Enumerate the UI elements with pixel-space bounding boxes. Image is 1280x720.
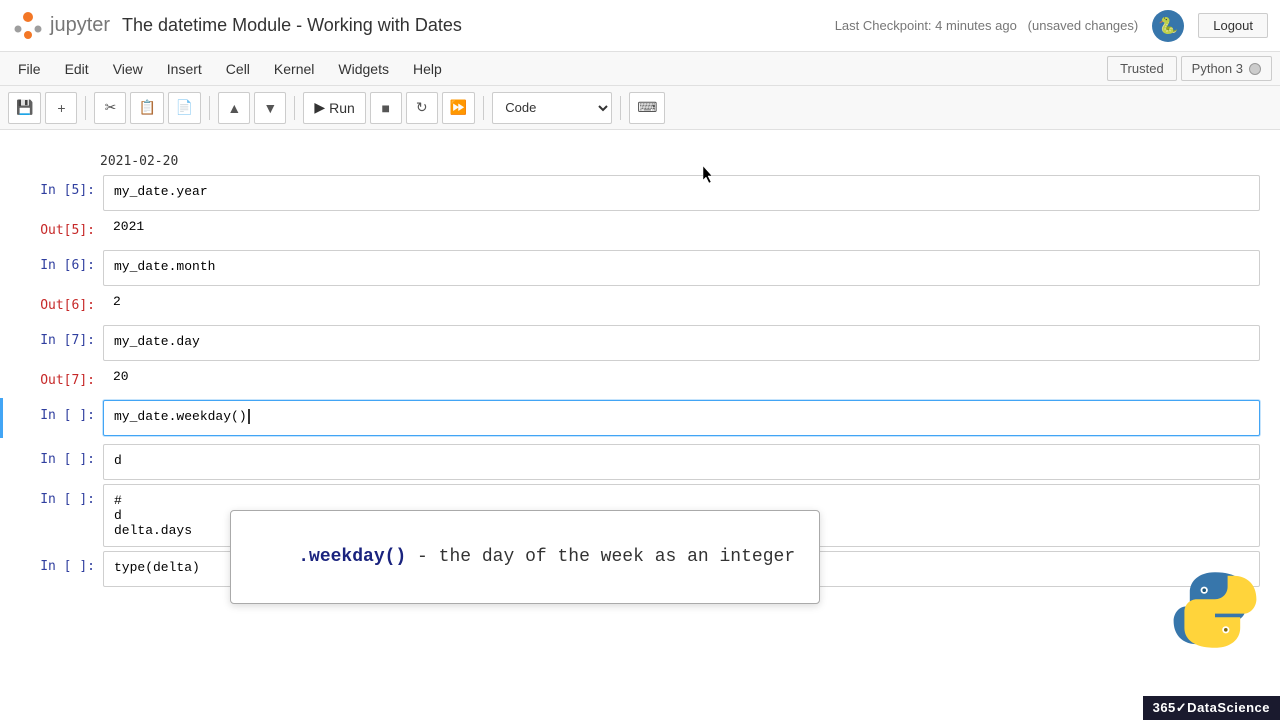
weekday-tooltip: .weekday() - the day of the week as an i…: [230, 510, 820, 604]
notebook-content: 2021-02-20 In [5]: my_date.year Out[5]: …: [0, 130, 1280, 720]
move-down-button[interactable]: ▼: [254, 92, 286, 124]
python-logo-top: 🐍: [1150, 8, 1186, 44]
cell-5-output: 2021: [103, 215, 1260, 238]
menu-bar: File Edit View Insert Cell Kernel Widget…: [0, 52, 1280, 86]
cell-6-out-prompt: Out[6]:: [3, 290, 103, 321]
svg-text:🐍: 🐍: [1158, 16, 1178, 35]
restart-button[interactable]: ↻: [406, 92, 438, 124]
copy-button[interactable]: 📋: [130, 92, 163, 124]
toolbar-separator-1: [85, 96, 86, 120]
toolbar: 💾 + ✂ 📋 📄 ▲ ▼ ▶ Run ■ ↻ ⏩ Code ⌨: [0, 86, 1280, 130]
cell-6: In [6]: my_date.month: [0, 248, 1280, 288]
checkpoint-info: Last Checkpoint: 4 minutes ago (unsaved …: [835, 18, 1139, 33]
menu-help[interactable]: Help: [403, 57, 452, 81]
cell-type-select[interactable]: Code: [492, 92, 612, 124]
kernel-status-circle: [1249, 63, 1261, 75]
toolbar-separator-5: [620, 96, 621, 120]
cell-active: In [ ]: my_date.weekday(): [0, 398, 1280, 438]
cell-6-in-prompt: In [6]:: [3, 250, 103, 281]
paste-button[interactable]: 📄: [168, 92, 201, 124]
cell-7-out-prompt: Out[7]:: [3, 365, 103, 396]
jupyter-text: jupyter: [50, 14, 110, 37]
tooltip-description: the day of the week as an integer: [439, 547, 795, 567]
move-up-button[interactable]: ▲: [218, 92, 250, 124]
toolbar-separator-3: [294, 96, 295, 120]
toolbar-separator-4: [483, 96, 484, 120]
menu-insert[interactable]: Insert: [157, 57, 212, 81]
save-button[interactable]: 💾: [8, 92, 41, 124]
jupyter-icon: [12, 10, 44, 42]
top-navbar: jupyter The datetime Module - Working wi…: [0, 0, 1280, 52]
restart-run-button[interactable]: ⏩: [442, 92, 475, 124]
cell-7-out: Out[7]: 20: [0, 363, 1280, 398]
cell-6-out: Out[6]: 2: [0, 288, 1280, 323]
cell-active-input[interactable]: my_date.weekday(): [103, 400, 1260, 436]
cell-d-input[interactable]: d: [103, 444, 1260, 480]
cell-5-input[interactable]: my_date.year: [103, 175, 1260, 211]
tooltip-dash: -: [406, 547, 438, 567]
menu-view[interactable]: View: [103, 57, 153, 81]
kernel-info: Python 3: [1181, 56, 1272, 81]
cell-5: In [5]: my_date.year: [0, 173, 1280, 213]
cell-d: In [ ]: d: [0, 442, 1280, 482]
trusted-button[interactable]: Trusted: [1107, 56, 1177, 81]
cell-7-in-prompt: In [7]:: [3, 325, 103, 356]
cell-active-in-prompt: In [ ]:: [3, 400, 103, 431]
keyboard-shortcuts-button[interactable]: ⌨: [629, 92, 665, 124]
notebook-title: The datetime Module - Working with Dates: [122, 15, 815, 36]
cell-6-output: 2: [103, 290, 1260, 313]
menu-cell[interactable]: Cell: [216, 57, 260, 81]
cell-comment-line1: #: [114, 493, 1249, 508]
tooltip-method: .weekday(): [298, 547, 406, 567]
date-output: 2021-02-20: [0, 150, 1280, 173]
menu-file[interactable]: File: [8, 57, 51, 81]
stop-button[interactable]: ■: [370, 92, 402, 124]
menu-kernel[interactable]: Kernel: [264, 57, 324, 81]
cell-type-delta-in-prompt: In [ ]:: [3, 551, 103, 582]
data-science-badge: 365✓DataScience: [1143, 696, 1280, 720]
jupyter-logo: jupyter: [12, 10, 110, 42]
menu-edit[interactable]: Edit: [55, 57, 99, 81]
cell-7-output: 20: [103, 365, 1260, 388]
cell-6-input[interactable]: my_date.month: [103, 250, 1260, 286]
run-button[interactable]: ▶ Run: [303, 92, 365, 124]
cell-7: In [7]: my_date.day: [0, 323, 1280, 363]
cell-5-in-prompt: In [5]:: [3, 175, 103, 206]
cell-7-input[interactable]: my_date.day: [103, 325, 1260, 361]
cell-5-out-prompt: Out[5]:: [3, 215, 103, 246]
menu-widgets[interactable]: Widgets: [328, 57, 399, 81]
cell-comment-in-prompt: In [ ]:: [3, 484, 103, 515]
cut-button[interactable]: ✂: [94, 92, 126, 124]
add-cell-button[interactable]: +: [45, 92, 77, 124]
cell-5-out: Out[5]: 2021: [0, 213, 1280, 248]
cell-d-in-prompt: In [ ]:: [3, 444, 103, 475]
toolbar-separator-2: [209, 96, 210, 120]
logout-button[interactable]: Logout: [1198, 13, 1268, 38]
